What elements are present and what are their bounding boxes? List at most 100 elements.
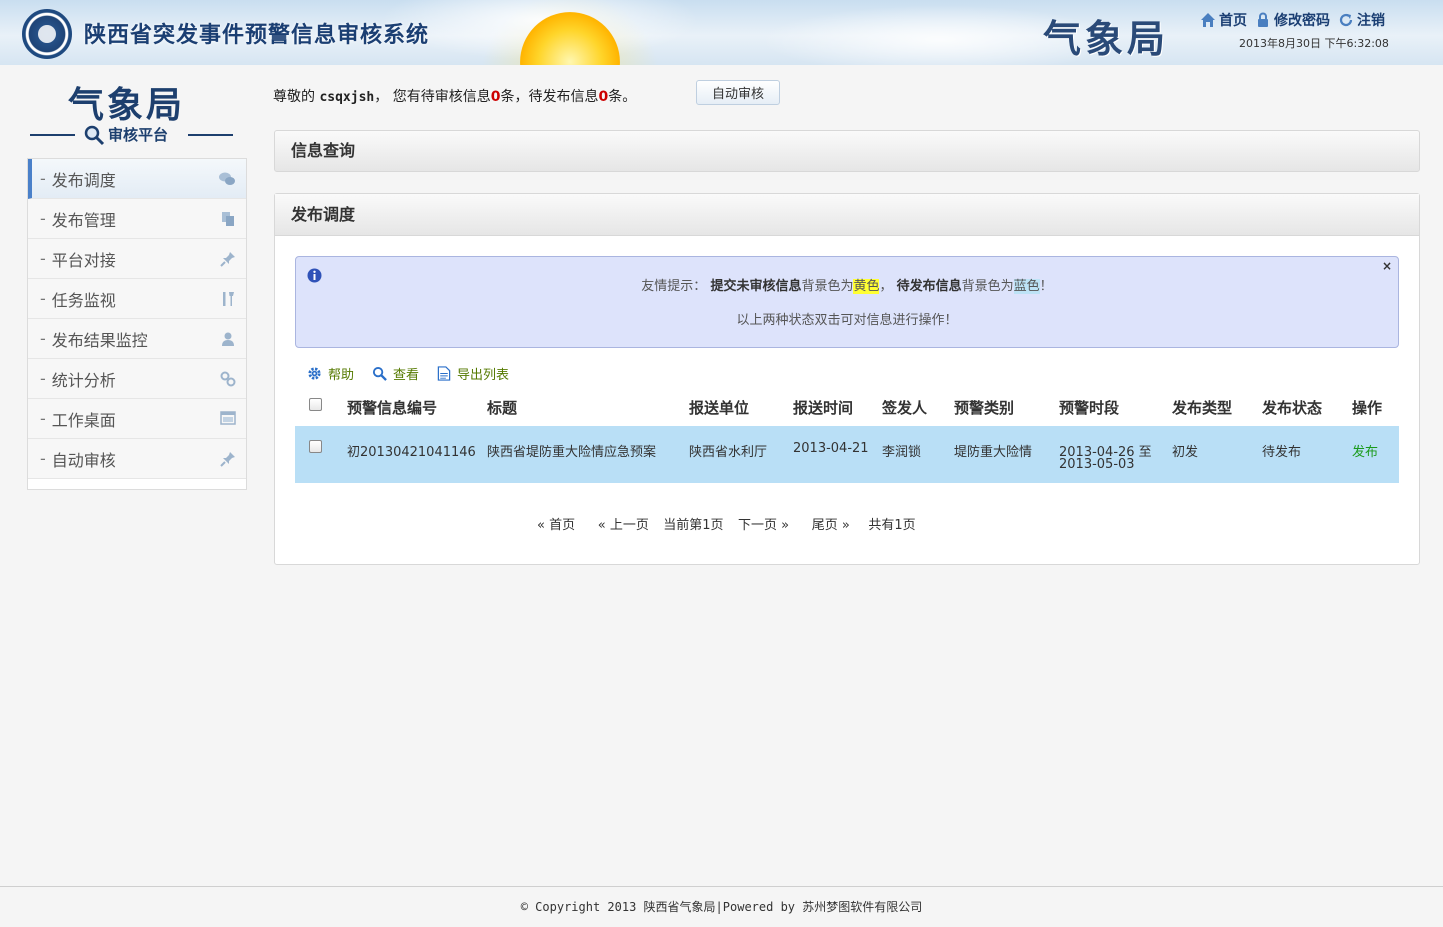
sidebar-item-label: 发布管理 [51, 210, 116, 230]
emblem-logo-icon [22, 9, 72, 59]
dispatch-panel-title: 发布调度 [275, 194, 1419, 236]
top-links: 首页 修改密码 注销 [1200, 10, 1389, 30]
pagination: « 首页 « 上一页 当前第1页 下一页 » 尾页 » 共有1页 [537, 514, 918, 533]
sidebar-item-result-monitor[interactable]: - 发布结果监控 [28, 319, 246, 359]
col-header-category: 预警类别 [954, 399, 1015, 417]
site-title: 陕西省突发事件预警信息审核系统 [84, 22, 430, 48]
query-panel-header[interactable]: 信息查询 [274, 130, 1420, 172]
home-link-label: 首页 [1219, 13, 1247, 29]
cell-unit: 陕西省水利厅 [689, 445, 768, 460]
sidebar-item-publish-manage[interactable]: - 发布管理 [28, 199, 246, 239]
footer-copyright: © Copyright 2013 陕西省气象局|Powered by 苏州梦图软… [0, 886, 1443, 927]
bureau-title: 气象局 [1043, 16, 1170, 61]
sidebar-item-label: 任务监视 [51, 290, 116, 310]
publish-action-link[interactable]: 发布 [1352, 441, 1378, 460]
sidebar-item-label: 平台对接 [51, 250, 116, 270]
tip-yellow: 黄色 [853, 279, 880, 294]
logout-link[interactable]: 注销 [1338, 10, 1385, 30]
sidebar-item-platform-link[interactable]: - 平台对接 [28, 239, 246, 279]
logo-line-left [30, 134, 75, 136]
header-datetime: 2013年8月30日 下午6:32:08 [1239, 37, 1389, 50]
cell-title: 陕西省堤防重大险情应急预案 [487, 445, 657, 460]
prev-page-link[interactable]: « 上一页 [598, 518, 649, 533]
help-button[interactable]: 帮助 [307, 364, 354, 383]
greeting-mid2: 条，待发布信息 [500, 89, 599, 105]
greeting-suffix: 条。 [608, 89, 637, 105]
chat-bubbles-icon [219, 172, 235, 185]
sidebar-item-auto-review[interactable]: - 自动审核 [28, 439, 246, 479]
export-button[interactable]: 导出列表 [437, 364, 509, 383]
home-link[interactable]: 首页 [1200, 10, 1247, 30]
help-label: 帮助 [328, 368, 355, 383]
cell-time: 2013-04-21 [793, 441, 869, 456]
col-header-action: 操作 [1352, 399, 1383, 417]
export-label: 导出列表 [457, 368, 510, 383]
col-header-type: 发布类型 [1172, 399, 1233, 417]
table-header: 预警信息编号 标题 报送单位 报送时间 签发人 预警类别 预警时段 发布类型 发… [295, 391, 1399, 425]
tip-line-2: 以上两种状态双击可对信息进行操作！ [736, 313, 958, 328]
last-page-link[interactable]: 尾页 » [812, 518, 850, 533]
tip-blue: 蓝色 [1013, 279, 1040, 294]
window-icon [220, 411, 236, 425]
sidebar-logo-subtitle: 审核平台 [108, 126, 169, 144]
sidebar-item-task-monitor[interactable]: - 任务监视 [28, 279, 246, 319]
sidebar-item-label: 工作桌面 [51, 410, 116, 430]
col-header-id: 预警信息编号 [347, 399, 438, 417]
col-header-signer: 签发人 [882, 399, 928, 417]
tip-end: ！ [1039, 279, 1053, 294]
tip-prefix: 友情提示： [641, 279, 711, 294]
view-button[interactable]: 查看 [372, 364, 419, 383]
sidebar-logo-title: 气象局 [68, 84, 186, 126]
header-banner: 陕西省突发事件预警信息审核系统 气象局 首页 修改密码 注销 2013年8月30… [0, 0, 1443, 65]
tip-to-publish: 待发布信息 [896, 279, 962, 294]
documents-icon [222, 212, 234, 226]
next-page-link[interactable]: 下一页 » [738, 518, 789, 533]
table-row[interactable]: 初20130421041146 陕西省堤防重大险情应急预案 陕西省水利厅 201… [295, 426, 1399, 483]
pending-review-count: 0 [490, 89, 501, 105]
search-icon [372, 366, 387, 381]
current-page: 当前第1页 [663, 518, 724, 533]
select-all-checkbox[interactable] [309, 398, 322, 411]
change-password-label: 修改密码 [1274, 13, 1330, 29]
col-header-period: 预警时段 [1059, 399, 1120, 417]
tip-submitted: 提交未审核信息 [710, 279, 802, 294]
sidebar-nav: - 发布调度 - 发布管理 - 平台对接 - 任务监视 - 发布结果监控 - 统计分析 -工… [27, 158, 247, 490]
cell-id: 初20130421041146 [347, 445, 476, 460]
greeting-prefix: 尊敬的 [273, 89, 320, 105]
pending-publish-count: 0 [598, 89, 609, 105]
sidebar-item-label: 发布结果监控 [51, 330, 148, 350]
sidebar-logo: 气象局 审核平台 [28, 76, 238, 148]
magnifier-icon [84, 125, 105, 146]
dispatch-panel: 发布调度 × 友情提示： 提交未审核信息背景色为黄色， 待发布信息背景色为蓝色！… [274, 193, 1420, 565]
total-pages: 共有1页 [868, 518, 916, 533]
col-header-unit: 报送单位 [689, 399, 750, 417]
col-header-status: 发布状态 [1262, 399, 1323, 417]
row-checkbox[interactable] [309, 440, 322, 453]
tip-line-1: 友情提示： 提交未审核信息背景色为黄色， 待发布信息背景色为蓝色！ [296, 275, 1398, 294]
sidebar-item-label: 发布调度 [51, 170, 116, 190]
logout-label: 注销 [1357, 13, 1385, 29]
cell-signer: 李润锁 [882, 445, 922, 460]
col-header-title: 标题 [487, 399, 518, 417]
user-icon [222, 332, 234, 346]
close-icon[interactable]: × [1382, 259, 1392, 273]
auto-review-button[interactable]: 自动审核 [696, 80, 780, 105]
gear-icon [308, 367, 321, 380]
tip-bg-is-2: 背景色为 [961, 279, 1014, 294]
pin-icon [220, 452, 235, 467]
refresh-icon [1339, 13, 1353, 27]
cell-type: 初发 [1172, 445, 1199, 460]
lock-icon [1258, 12, 1268, 27]
change-password-link[interactable]: 修改密码 [1255, 10, 1330, 30]
sidebar-item-workspace[interactable]: - 工作桌面 [28, 399, 246, 439]
cell-category: 堤防重大险情 [954, 445, 1033, 460]
first-page-link[interactable]: « 首页 [537, 518, 575, 533]
pin-icon [220, 252, 235, 267]
sidebar-item-dispatch[interactable]: - 发布调度 [28, 159, 246, 199]
cell-period-end: 2013-05-03 [1059, 457, 1135, 472]
gears-icon [220, 371, 236, 387]
tip-bg-is: 背景色为 [801, 279, 854, 294]
sidebar-item-statistics[interactable]: - 统计分析 [28, 359, 246, 399]
col-header-time: 报送时间 [793, 399, 854, 417]
username: csqxjsh [319, 90, 375, 105]
